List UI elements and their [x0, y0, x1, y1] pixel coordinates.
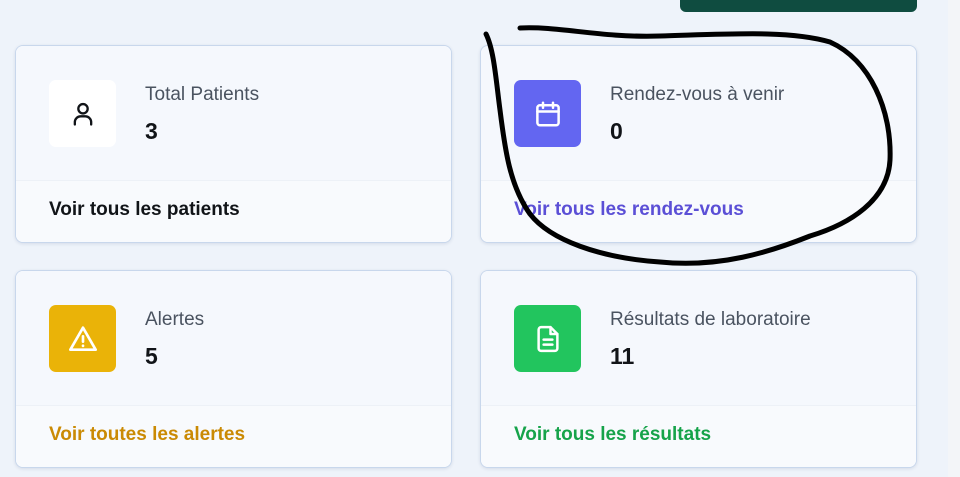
card-lab-results: Résultats de laboratoire 11 Voir tous le… [480, 270, 917, 468]
patients-icon-box [49, 80, 116, 147]
card-footer: Voir toutes les alertes [16, 405, 451, 467]
appointments-label: Rendez-vous à venir [610, 84, 785, 105]
view-all-alerts-link[interactable]: Voir toutes les alertes [49, 424, 245, 446]
card-alerts: Alertes 5 Voir toutes les alertes [15, 270, 452, 468]
appointments-icon-box [514, 80, 581, 147]
appointments-count: 0 [610, 118, 623, 144]
lab-count: 11 [610, 343, 635, 369]
view-all-lab-results-link[interactable]: Voir tous les résultats [514, 424, 711, 446]
scrollbar[interactable] [948, 0, 960, 477]
view-all-appointments-link[interactable]: Voir tous les rendez-vous [514, 199, 744, 221]
card-body: Résultats de laboratoire 11 [481, 271, 916, 406]
card-total-patients: Total Patients 3 Voir tous les patients [15, 45, 452, 243]
view-all-patients-link[interactable]: Voir tous les patients [49, 199, 240, 221]
card-body: Total Patients 3 [16, 46, 451, 181]
alerts-count: 5 [145, 343, 158, 369]
lab-icon-box [514, 305, 581, 372]
card-footer: Voir tous les rendez-vous [481, 180, 916, 242]
card-upcoming-appointments: Rendez-vous à venir 0 Voir tous les rend… [480, 45, 917, 243]
patients-label: Total Patients [145, 84, 260, 105]
patients-count: 3 [145, 118, 158, 144]
card-footer: Voir tous les résultats [481, 405, 916, 467]
card-body: Rendez-vous à venir 0 [481, 46, 916, 181]
alerts-label: Alertes [145, 309, 205, 330]
lab-label: Résultats de laboratoire [610, 309, 811, 330]
card-footer: Voir tous les patients [16, 180, 451, 242]
warning-icon [68, 325, 97, 351]
alerts-icon-box [49, 305, 116, 372]
document-icon [536, 325, 559, 352]
top-action-button[interactable] [680, 0, 917, 12]
user-icon [73, 102, 92, 126]
card-body: Alertes 5 [16, 271, 451, 406]
calendar-icon [535, 101, 560, 126]
